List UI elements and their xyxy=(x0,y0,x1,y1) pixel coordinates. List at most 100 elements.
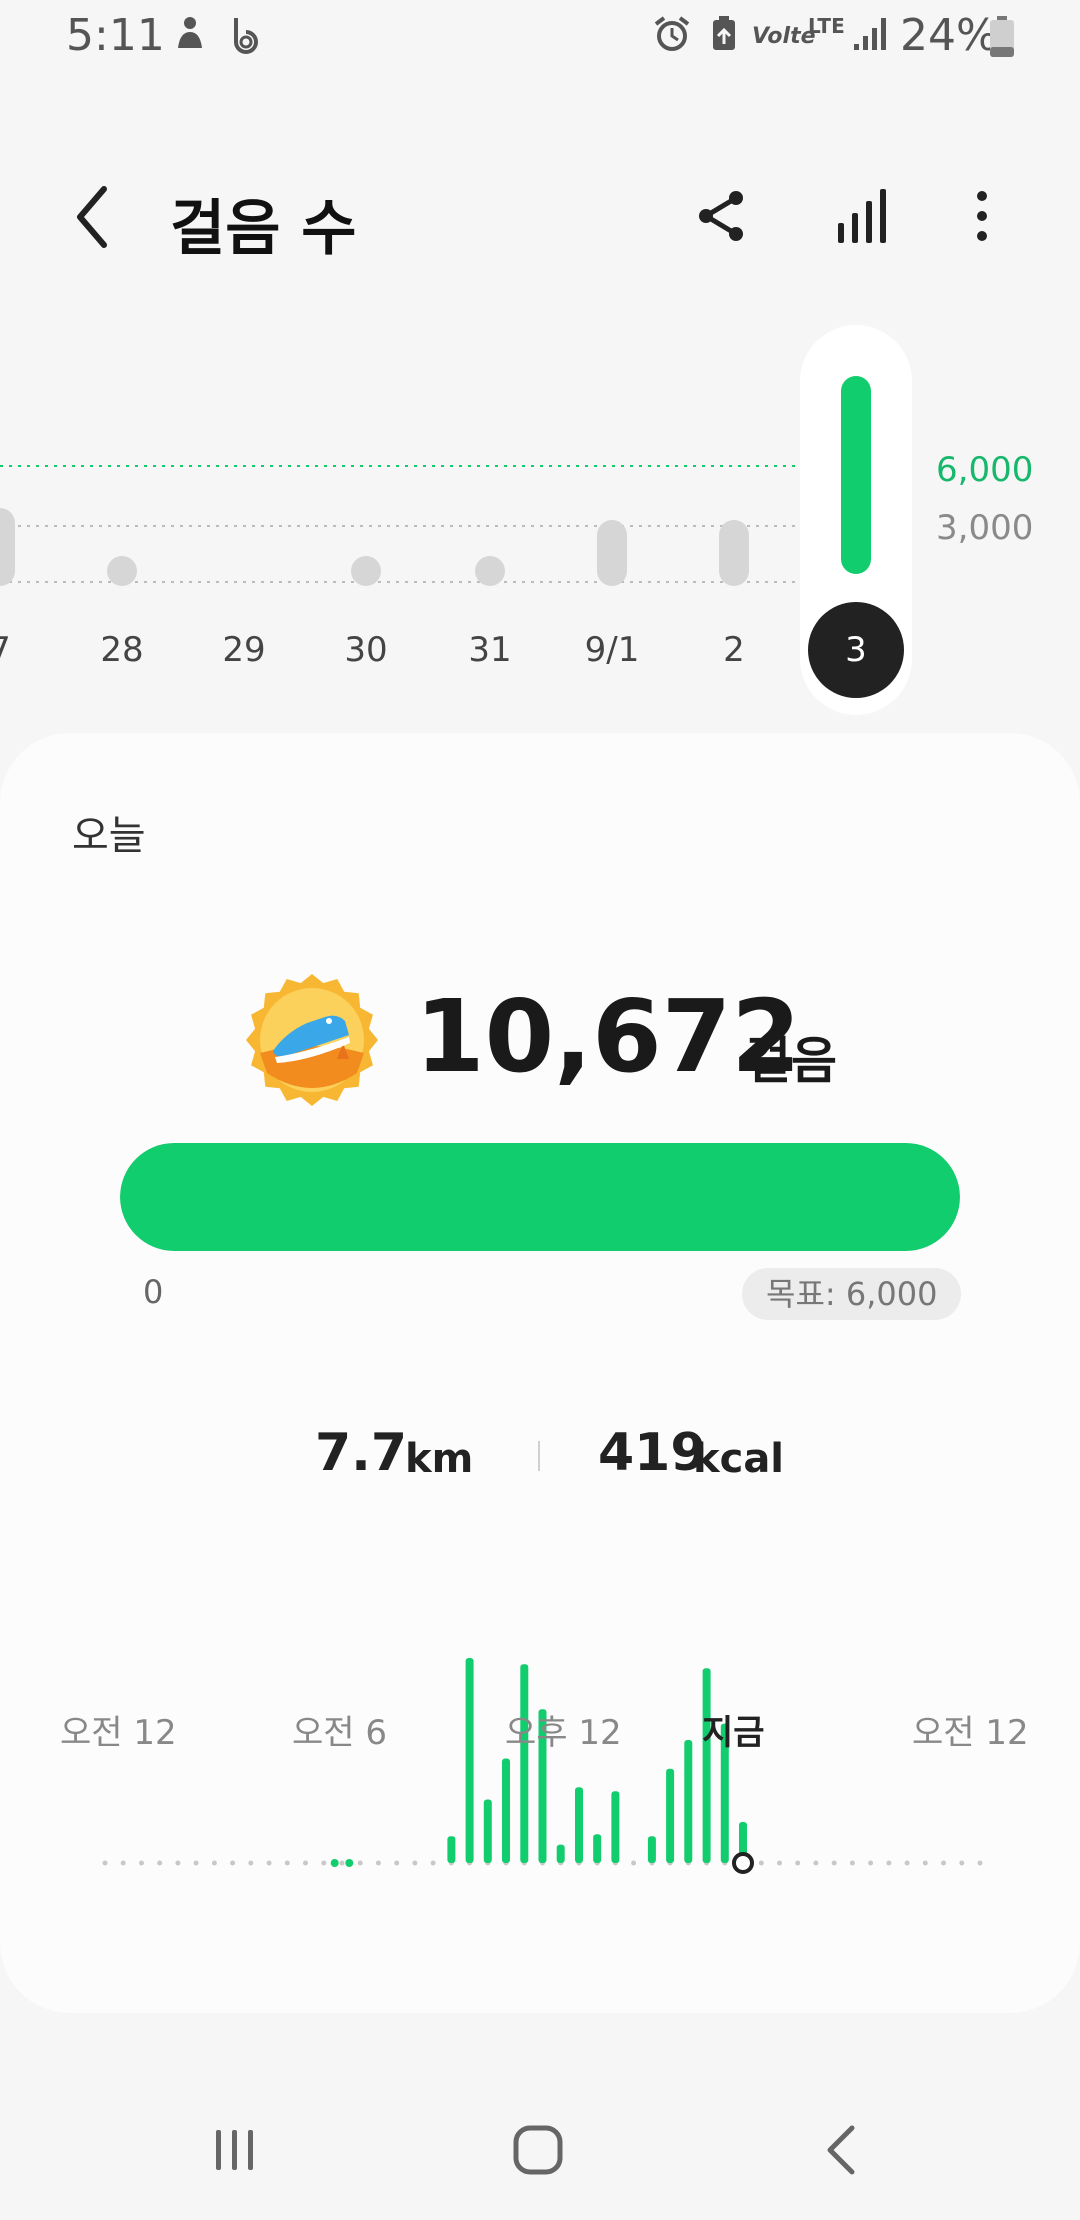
recent-apps-icon[interactable] xyxy=(212,2126,258,2174)
distance-unit: km xyxy=(405,1436,474,1482)
distance-value: 7.7 xyxy=(315,1423,408,1483)
goal-progress-fill xyxy=(120,1143,960,1251)
day-label[interactable]: 3 xyxy=(806,630,906,670)
share-icon[interactable] xyxy=(694,188,750,244)
hour-bar[interactable] xyxy=(447,1836,456,1863)
battery-percent: 24% xyxy=(900,10,998,61)
hour-tick-dot xyxy=(430,1860,436,1866)
now-marker xyxy=(732,1852,754,1874)
hour-bar[interactable] xyxy=(611,1791,620,1863)
hour-tick-dot xyxy=(284,1860,290,1866)
battery-icon xyxy=(990,16,1014,57)
notification-app-icon xyxy=(234,18,258,54)
day-label[interactable]: 2 xyxy=(684,630,784,670)
goal-progress-bar xyxy=(120,1143,960,1251)
hour-bar[interactable] xyxy=(702,1668,711,1863)
page-title: 걸음 수 xyxy=(170,194,357,264)
day-label[interactable]: 28 xyxy=(72,630,172,670)
day-bar[interactable] xyxy=(475,556,505,586)
step-unit: 걸음 xyxy=(745,1032,837,1090)
daily-history-chart[interactable]: 6,000 3,000 7 28 29 30 31 9/1 23 xyxy=(0,310,1080,730)
hour-tick-dot xyxy=(886,1860,892,1866)
day-bar[interactable] xyxy=(597,520,627,586)
day-label[interactable]: 31 xyxy=(440,630,540,670)
day-label[interactable]: 29 xyxy=(194,630,294,670)
step-count: 10,672 xyxy=(415,978,801,1095)
hour-bar[interactable] xyxy=(684,1740,693,1863)
status-bar: 5:11 Volte LTE 24% xyxy=(0,0,1080,75)
hour-tick-dot xyxy=(375,1860,381,1866)
hour-tick-dot xyxy=(357,1860,363,1866)
hour-tick-dot xyxy=(248,1860,254,1866)
battery-saver-icon xyxy=(713,16,735,50)
more-options-icon[interactable] xyxy=(962,188,1002,244)
hour-tick-dot xyxy=(102,1860,108,1866)
day-label[interactable]: 9/1 xyxy=(562,630,662,670)
hour-bar[interactable] xyxy=(593,1834,602,1863)
hour-tick-dot xyxy=(849,1860,855,1866)
hour-tick-dot xyxy=(211,1860,217,1866)
day-bar[interactable] xyxy=(0,508,15,586)
hour-tick-dot xyxy=(758,1860,764,1866)
hour-tick-dot xyxy=(631,1860,637,1866)
progress-start-label: 0 xyxy=(143,1273,164,1311)
hour-tick-dot xyxy=(941,1860,946,1866)
hour-tick-dot xyxy=(394,1860,400,1866)
hour-tick-dot xyxy=(813,1860,819,1866)
goal-achieved-medal-icon xyxy=(246,974,378,1106)
axis-label-midnight-end: 오전 12 xyxy=(912,1713,1029,1753)
hour-tick-dot xyxy=(977,1860,983,1866)
hour-bar[interactable] xyxy=(465,1658,474,1863)
hour-bar[interactable] xyxy=(483,1799,492,1864)
alarm-icon xyxy=(654,16,690,51)
hour-tick-dot xyxy=(795,1860,801,1866)
hour-tick-dot xyxy=(157,1860,163,1866)
hour-tick-dot xyxy=(339,1860,345,1866)
day-label[interactable]: 7 xyxy=(0,630,50,670)
hour-tick-dot xyxy=(868,1860,874,1866)
day-bar[interactable] xyxy=(107,556,137,586)
axis-label-noon: 오후 12 xyxy=(505,1713,622,1753)
day-bar[interactable] xyxy=(719,520,749,586)
back-icon[interactable] xyxy=(60,175,124,259)
stat-divider xyxy=(538,1441,540,1471)
signal-icon xyxy=(854,18,886,50)
hour-tick-dot xyxy=(922,1860,928,1866)
hour-tick-dot xyxy=(230,1860,236,1866)
day-bar[interactable] xyxy=(841,376,871,574)
hour-bar[interactable] xyxy=(647,1836,656,1863)
hourly-steps-chart[interactable] xyxy=(0,1633,1080,1963)
hour-tick-dot xyxy=(303,1860,308,1866)
hour-tick-dot xyxy=(321,1860,327,1866)
calorie-value: 419 xyxy=(598,1423,707,1483)
axis-label-midnight-start: 오전 12 xyxy=(60,1713,177,1753)
day-label[interactable]: 30 xyxy=(316,630,416,670)
goal-badge[interactable]: 목표: 6,000 xyxy=(742,1268,962,1320)
nav-back-icon[interactable] xyxy=(822,2124,858,2176)
hour-tick-dot xyxy=(904,1860,910,1866)
hour-bar[interactable] xyxy=(556,1844,565,1863)
volte-indicator: Volte xyxy=(752,24,816,49)
hour-tick-dot xyxy=(193,1860,199,1866)
hour-bar[interactable] xyxy=(330,1859,339,1867)
hour-bar[interactable] xyxy=(666,1768,675,1863)
notification-person-icon xyxy=(178,17,202,48)
hour-tick-dot xyxy=(959,1860,965,1866)
goal-line-label: 6,000 xyxy=(936,450,1034,490)
calorie-unit: kcal xyxy=(693,1436,785,1482)
hour-bar[interactable] xyxy=(345,1859,354,1867)
hour-tick-dot xyxy=(777,1860,782,1866)
axis-label-now: 지금 xyxy=(702,1713,765,1753)
half-goal-line-label: 3,000 xyxy=(936,508,1034,548)
home-icon[interactable] xyxy=(512,2124,564,2176)
trends-chart-icon[interactable] xyxy=(832,185,894,247)
lte-indicator: LTE xyxy=(808,14,845,38)
hour-bar[interactable] xyxy=(520,1664,529,1863)
hour-tick-dot xyxy=(266,1860,272,1866)
hour-bar[interactable] xyxy=(502,1758,510,1864)
hourly-steps-bars[interactable] xyxy=(0,1633,1080,1963)
day-bar[interactable] xyxy=(351,556,381,586)
hour-bar[interactable] xyxy=(575,1787,583,1863)
hour-tick-dot xyxy=(831,1860,837,1866)
hour-tick-dot xyxy=(139,1860,144,1866)
